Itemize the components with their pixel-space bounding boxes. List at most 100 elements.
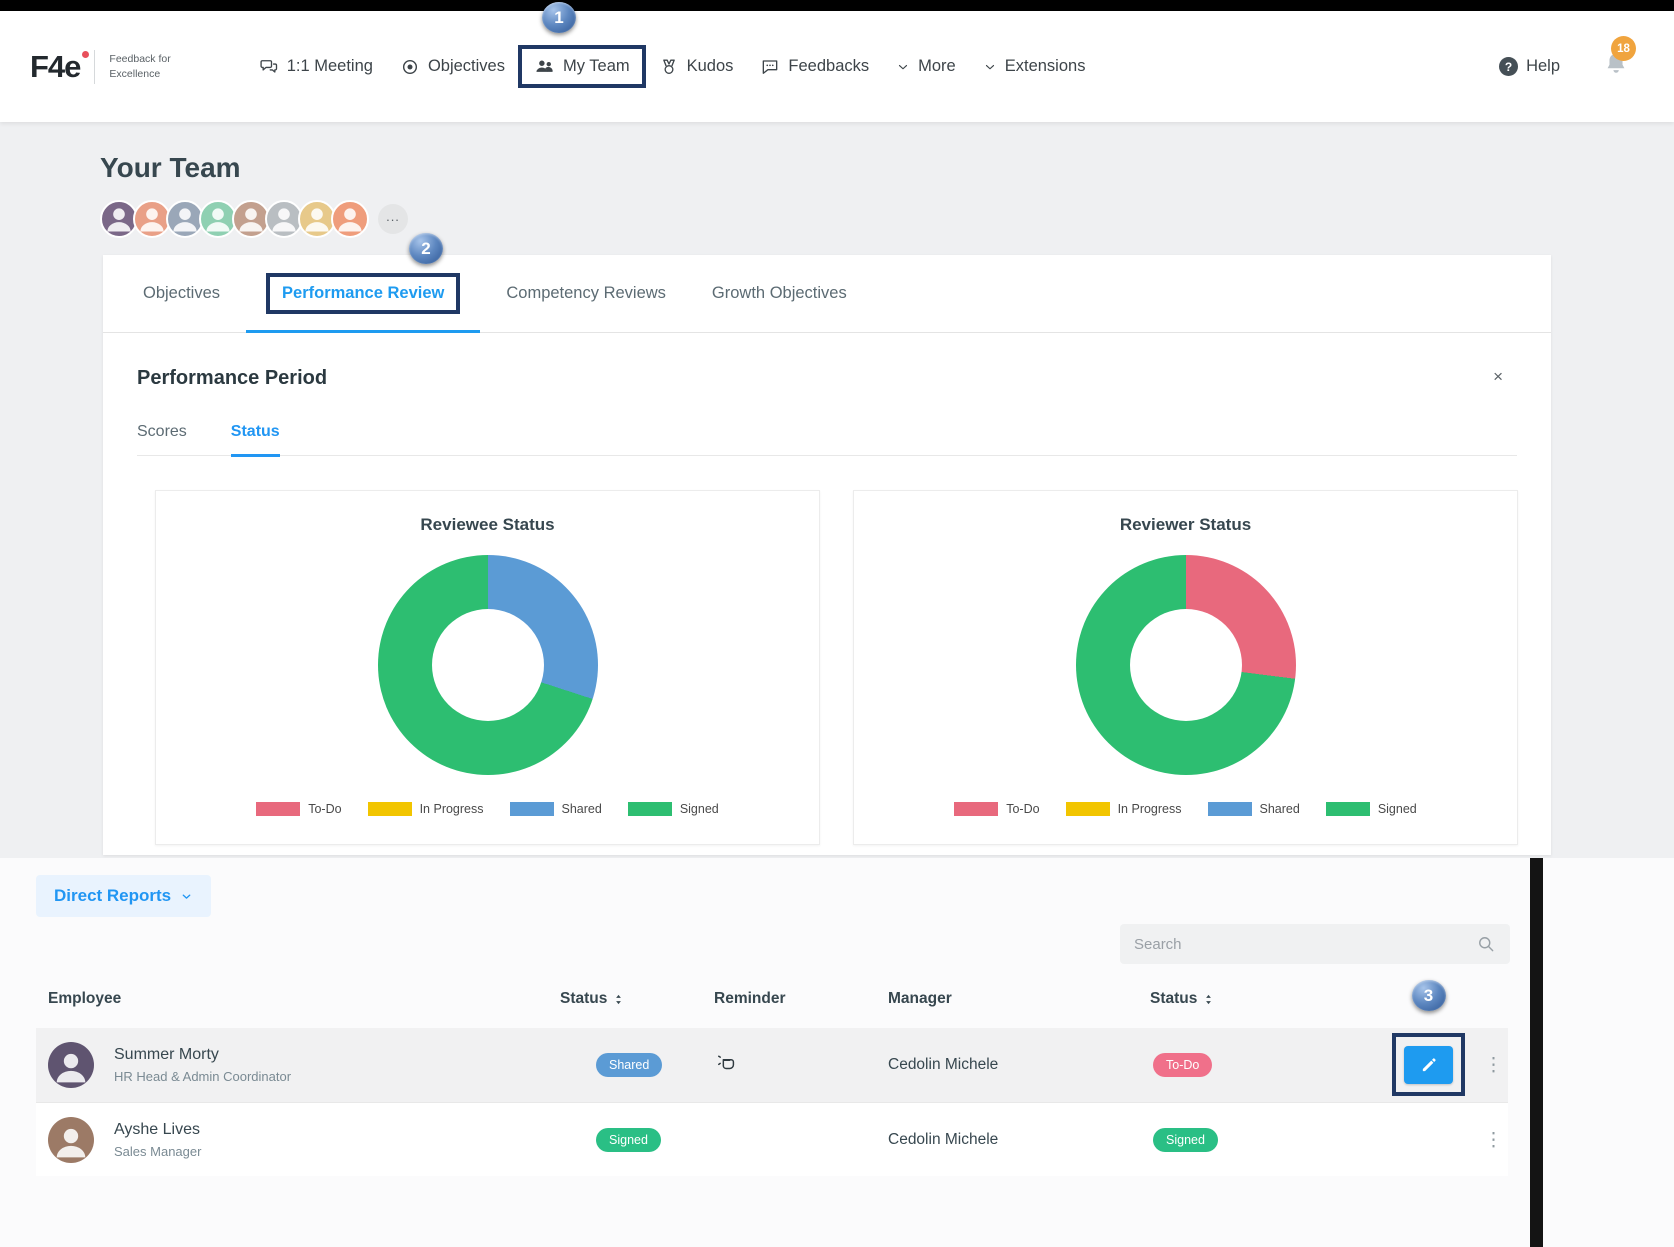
person-icon	[338, 208, 362, 232]
reviewer-status-cell: Signed	[1153, 1127, 1218, 1152]
help-icon: ?	[1499, 57, 1519, 76]
nav-feedbacks-label: Feedbacks	[788, 57, 870, 75]
nav-kudos[interactable]: Kudos	[659, 57, 734, 77]
page-title: Your Team	[100, 152, 241, 183]
legend-item: To-Do	[256, 802, 342, 816]
notifications-button[interactable]: 18	[1602, 36, 1636, 83]
legend-label: In Progress	[419, 802, 484, 816]
sort-icon	[612, 992, 625, 1007]
legend-swatch	[1325, 802, 1370, 816]
main-nav: 1:1 Meeting Objectives My Team 1 Kudos F…	[259, 2, 1086, 88]
avatar-overflow-button[interactable]: ...	[378, 204, 408, 234]
tab-performance-review-label: Performance Review	[282, 284, 445, 302]
row-menu-icon[interactable]: ⋮	[1484, 1054, 1503, 1077]
header: F4e Feedback for Excellence 1:1 Meeting …	[0, 2, 1674, 122]
annotation-callout-3: 3	[1411, 980, 1446, 1011]
chart-legend: To-Do In Progress Shared Signed	[854, 802, 1517, 816]
column-status-reviewer[interactable]: Status	[1150, 990, 1215, 1008]
search-input[interactable]	[1134, 935, 1476, 953]
column-status-reviewee[interactable]: Status	[560, 990, 625, 1008]
nav-feedbacks[interactable]: Feedbacks	[760, 57, 869, 77]
tagline-line1: Feedback for	[109, 53, 171, 66]
chevron-down-icon	[182, 893, 191, 899]
person-icon	[56, 1128, 86, 1157]
annotation-box-2: Performance Review 2	[266, 233, 461, 314]
logo-text: F4e	[30, 49, 90, 85]
team-avatar-row: ...	[100, 200, 408, 238]
search-icon	[1479, 937, 1494, 952]
reviewee-status-chart-card: Reviewee Status To-Do In Progress Shared Si…	[155, 490, 820, 845]
reviewer-status-donut	[1075, 555, 1296, 775]
table-header: Employee Status Reminder Manager Status	[36, 990, 1508, 1026]
direct-reports-section: Direct Reports Employee Status Reminder …	[0, 858, 1674, 1247]
feedback-bubble-icon	[763, 59, 778, 74]
send-reminder-icon[interactable]	[716, 1052, 738, 1079]
team-member-avatar[interactable]	[331, 200, 369, 238]
legend-item: Signed	[1325, 802, 1417, 816]
medal-icon	[662, 59, 675, 74]
help-label: Help	[1526, 57, 1560, 75]
column-employee: Employee	[48, 990, 122, 1007]
status-badge: To-Do	[1153, 1053, 1213, 1077]
app-logo[interactable]: F4e Feedback for Excellence	[30, 49, 171, 85]
status-badge: Signed	[1153, 1127, 1218, 1152]
subtab-scores[interactable]: Scores	[137, 423, 187, 455]
row-menu-icon[interactable]: ⋮	[1484, 1128, 1503, 1151]
employee-name[interactable]: Ayshe Lives	[114, 1121, 201, 1139]
chevron-down-icon	[985, 64, 994, 69]
reviewer-status-chart-card: Reviewer Status To-Do In Progress Shared Si…	[853, 490, 1518, 845]
column-manager: Manager	[888, 990, 952, 1007]
direct-reports-dropdown[interactable]: Direct Reports	[36, 875, 212, 917]
legend-item: Shared	[1207, 802, 1300, 816]
logo-divider	[94, 49, 96, 84]
target-icon	[402, 59, 417, 74]
annotation-callout-1: 1	[541, 2, 576, 33]
person-icon	[173, 208, 197, 232]
employee-job-title: HR Head & Admin Coordinator	[114, 1069, 292, 1084]
employee-avatar	[48, 1116, 94, 1163]
nav-my-team[interactable]: My Team 1	[517, 2, 646, 88]
nav-extensions[interactable]: Extensions	[983, 57, 1086, 76]
employee-info: Ayshe Lives Sales Manager	[114, 1121, 201, 1159]
subtab-status[interactable]: Status	[230, 423, 280, 457]
nav-1on1-meeting[interactable]: 1:1 Meeting	[259, 57, 373, 77]
legend-label: Signed	[1377, 802, 1417, 816]
person-icon	[239, 208, 263, 232]
column-status-label: Status	[560, 990, 608, 1007]
nav-more[interactable]: More	[896, 57, 956, 76]
nav-my-team-label: My Team	[562, 57, 630, 75]
tab-growth-objectives[interactable]: Growth Objectives	[712, 255, 847, 332]
legend-swatch	[1207, 802, 1252, 816]
legend-label: In Progress	[1117, 802, 1182, 816]
reviewee-status-cell: Signed	[596, 1127, 661, 1152]
edit-review-button[interactable]	[1404, 1045, 1453, 1084]
manager-name: Cedolin Michele	[888, 1056, 999, 1073]
nav-extensions-label: Extensions	[1004, 57, 1086, 75]
tab-objectives[interactable]: Objectives	[143, 255, 220, 332]
right-edge-bar	[1530, 858, 1543, 1247]
table-row: Ayshe Lives Sales Manager Signed Cedolin…	[36, 1102, 1508, 1176]
help-button[interactable]: ? Help	[1499, 57, 1560, 76]
person-icon	[56, 1053, 86, 1083]
employee-avatar	[48, 1042, 94, 1088]
reviewee-status-donut	[377, 555, 598, 775]
sort-icon	[1202, 992, 1215, 1007]
logo-tagline: Feedback for Excellence	[109, 52, 170, 80]
direct-reports-label: Direct Reports	[54, 886, 172, 905]
legend-item: In Progress	[367, 802, 484, 816]
close-icon[interactable]: ×	[1493, 367, 1503, 387]
top-black-bar	[0, 0, 1674, 11]
subtabs: Scores Status	[137, 423, 1517, 457]
nav-objectives[interactable]: Objectives	[400, 57, 505, 77]
tab-performance-review[interactable]: Performance Review 2	[245, 233, 481, 333]
team-tabs: Objectives Performance Review 2 Competen…	[103, 233, 1551, 333]
legend-swatch	[367, 802, 412, 816]
legend-swatch	[627, 802, 672, 816]
employee-name[interactable]: Summer Morty	[114, 1046, 291, 1064]
employee-info: Summer Morty HR Head & Admin Coordinator	[114, 1046, 291, 1084]
annotation-box-3: 3	[1392, 980, 1465, 1096]
status-badge: Signed	[596, 1127, 661, 1152]
nav-kudos-label: Kudos	[686, 57, 734, 75]
tab-competency-reviews[interactable]: Competency Reviews	[506, 255, 666, 332]
legend-label: Signed	[679, 802, 719, 816]
